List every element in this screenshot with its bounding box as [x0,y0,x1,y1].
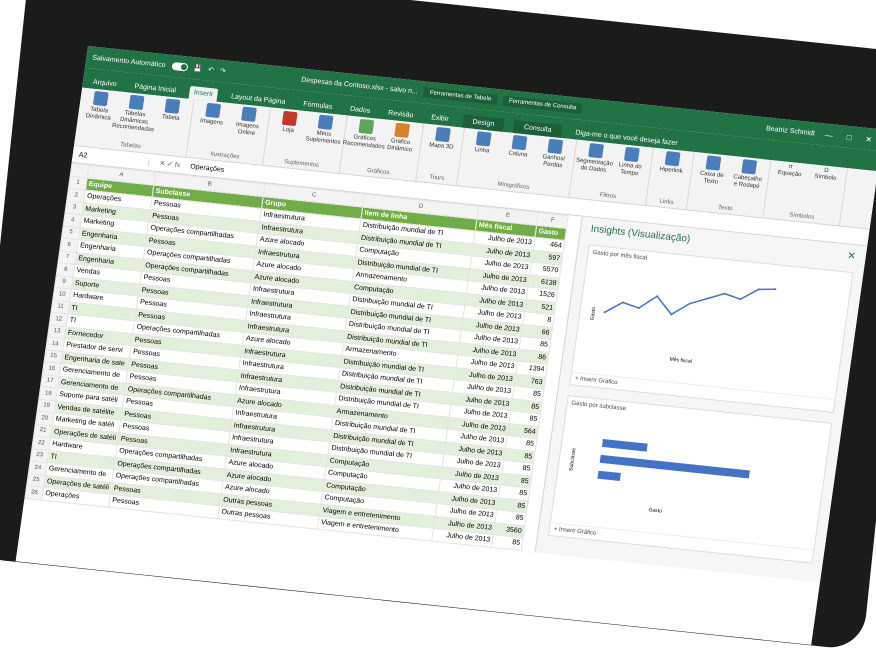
table-button[interactable]: Tabela [155,98,188,124]
recommended-pivot-icon [128,94,145,111]
group-label: Tours [429,174,445,182]
picture-icon [205,102,222,119]
context-tab-query-tools: Ferramentas de Consulta [502,95,583,114]
group-label: Suplementos [283,159,320,169]
insights-pane: Insights (Visualização) ✕ Gasto por mês f… [534,216,868,582]
pivot-chart-button[interactable]: Gráfico Dinâmico [384,122,418,155]
online-pictures-button[interactable]: Imagens Online [231,106,265,139]
group-label: Ilustrações [210,151,240,161]
textbox-button[interactable]: Caixa de Texto [695,155,729,188]
maximize-icon[interactable]: □ [842,132,856,142]
symbol-button[interactable]: Ω Símbolo [810,166,842,183]
bar [599,454,750,479]
insert-chart-button[interactable]: + Inserir Gráfico [548,521,814,563]
addins-icon [317,114,334,130]
group-label: Filtros [599,192,617,200]
fx-icon[interactable]: ✕ ✓ fx [149,158,191,170]
header-footer-button[interactable]: Cabeçalho e Rodapé [731,158,765,191]
excel-window: Salvamento Automático 💾 ↶ ↷ Despesas da … [15,46,876,645]
globe-icon [434,126,451,143]
hyperlink-button[interactable]: Hiperlink [655,150,688,176]
store-icon [281,110,298,127]
pictures-button[interactable]: Imagens [196,102,229,128]
store-button[interactable]: Loja [273,110,306,136]
header-footer-icon [741,159,758,175]
my-addins-button[interactable]: Meus Suplementos [305,114,341,147]
recommended-pivot-button[interactable]: Tabelas Dinâmicas Recomendadas [112,94,154,134]
pivot-table-button[interactable]: Tabela Dinâmica [83,90,117,123]
bar [597,470,621,481]
group-tabelas: Tabela Dinâmica Tabelas Dinâmicas Recome… [74,87,195,157]
user-name[interactable]: Beatriz Schmidt [766,125,816,137]
online-picture-icon [241,106,257,122]
table-icon [164,98,181,114]
group-filtros: Segmentação de Dados Linha do Tempo Filt… [569,139,655,206]
table-cell[interactable]: 85 [491,534,524,551]
bar [601,438,648,452]
textbox-icon [705,155,722,171]
x-axis-label: Gasto [648,507,662,514]
data-point [774,288,777,291]
chart-icon [358,118,375,135]
recommended-charts-button[interactable]: Gráficos Recomendados [342,118,385,151]
insight-card-line[interactable]: Gasto por mês fiscal Gasto Mês fiscal + … [568,244,854,413]
line-chart: Gasto Mês fiscal [589,288,777,365]
autosave-toggle[interactable] [170,61,189,72]
save-icon[interactable]: 💾 [193,64,203,73]
pivot-table-icon [92,90,109,107]
timeline-icon [623,146,640,163]
sparkline-column-icon [511,134,528,151]
bar-chart: Subclasse Gasto [568,438,750,514]
context-tab-table-tools: Ferramentas de Tabela [423,87,498,105]
timeline-button[interactable]: Linha do Tempo [614,146,648,179]
y-axis-label: Subclasse [568,447,577,471]
minimize-icon[interactable]: — [820,130,837,141]
equation-button[interactable]: π Equação [774,163,806,180]
group-label: Símbolos [788,212,815,221]
pane-title: Insights (Visualização) [590,223,691,245]
group-simbolos: π Equação Ω Símbolo Símbolos [763,160,848,226]
group-label: Minigráficos [497,181,530,191]
group-label: Links [659,198,674,207]
close-pane-icon[interactable]: ✕ [847,251,857,263]
sparkline-line-icon [475,131,492,147]
redo-icon[interactable]: ↷ [219,67,226,76]
3d-map-button[interactable]: Mapa 3D [426,126,459,152]
group-ilustracoes: Imagens Imagens Online Ilustrações [186,99,272,165]
sparkline-winloss-icon [547,138,564,155]
sparkline-winloss-button[interactable]: Ganhos/ Perdas [537,138,571,171]
spreadsheet-grid: A B C D E F 1 Equipe Subclasse Grupo Ite… [24,163,581,552]
group-label: Texto [717,204,733,213]
insight-card-bar[interactable]: Gasto por subclasse Subclasse Gasto + In… [547,395,833,564]
series-line [604,288,776,316]
undo-icon[interactable]: ↶ [208,66,215,75]
slicer-button[interactable]: Segmentação de Dados [576,142,613,175]
group-label: Tabelas [119,141,142,151]
pivot-chart-icon [394,122,411,138]
x-axis-label: Mês fiscal [669,357,692,365]
group-graficos: Gráficos Recomendados Gráfico Dinâmico G… [339,115,425,182]
slicer-icon [588,143,604,159]
sparkline-line-button[interactable]: Linha [467,130,500,156]
link-icon [664,151,681,167]
group-minigraficos: Linha Coluna Ganhos/ Perdas Minigráficos [456,127,578,198]
formula-input[interactable]: Operações [190,163,225,174]
sparkline-column-button[interactable]: Coluna [502,134,535,160]
y-axis-label: Gasto [589,306,597,320]
autosave-label: Salvamento Automático [91,54,167,69]
close-icon[interactable]: ✕ [861,134,876,144]
data-table: A B C D E F 1 Equipe Subclasse Grupo Ite… [24,163,569,551]
group-suplementos: Loja Meus Suplementos Suplementos [263,107,348,173]
row-number[interactable]: 26 [24,485,44,500]
group-texto: Caixa de Texto Cabeçalho e Rodapé Texto [686,152,772,218]
group-label: Gráficos [366,167,390,177]
